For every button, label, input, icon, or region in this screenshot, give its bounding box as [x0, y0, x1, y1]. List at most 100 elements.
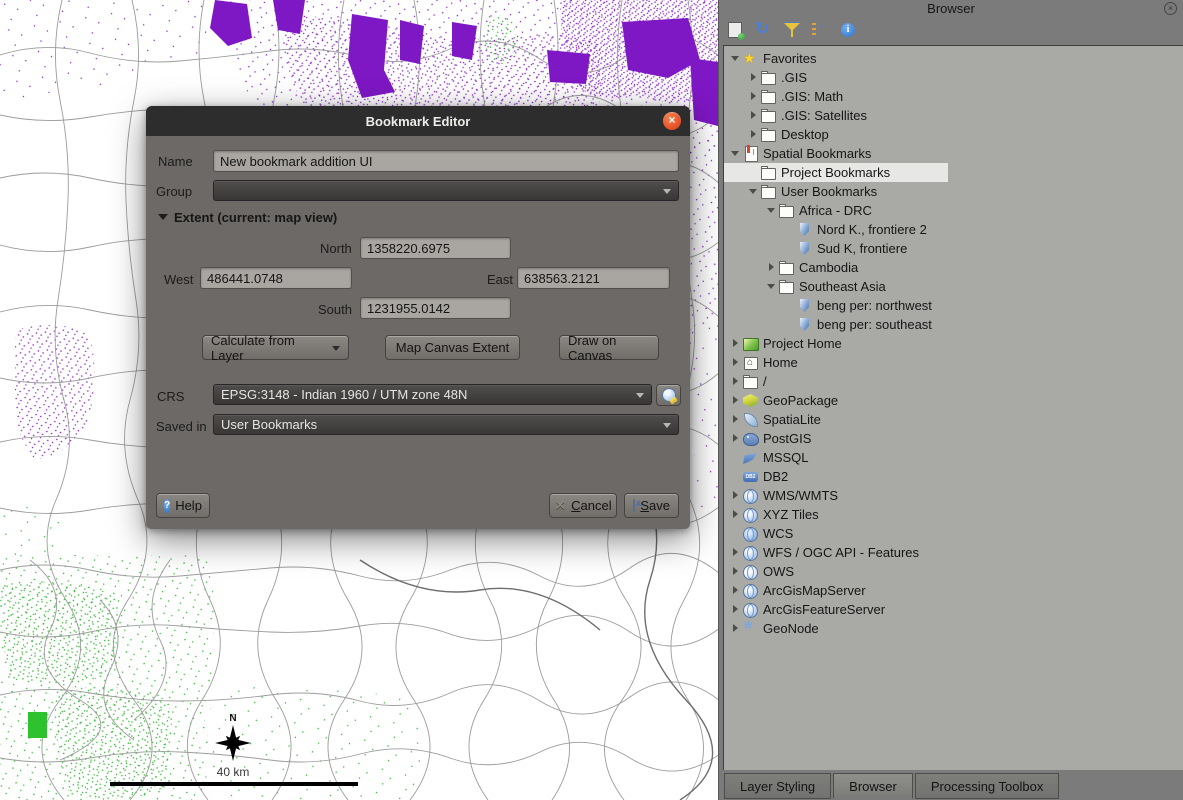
save-button[interactable]: Save	[624, 493, 679, 518]
tree-item-mssql[interactable]: MSSQL	[724, 448, 1183, 467]
south-input[interactable]	[360, 297, 511, 319]
tree-item-project-home[interactable]: Project Home	[724, 334, 1183, 353]
panel-header[interactable]: Browser ×	[719, 0, 1183, 18]
tree-item-arcgismapserver[interactable]: ArcGisMapServer	[724, 581, 1183, 600]
calculate-from-layer-button[interactable]: Calculate from Layer	[202, 335, 349, 360]
group-dropdown[interactable]	[213, 180, 679, 201]
expand-arrow[interactable]	[748, 182, 761, 201]
spatialite-icon	[743, 412, 758, 427]
crs-globe-icon	[662, 388, 676, 402]
expand-arrow[interactable]	[730, 600, 743, 619]
db2-icon	[743, 469, 758, 484]
dialog-close-icon[interactable]: ×	[663, 112, 681, 130]
home-icon	[743, 355, 758, 370]
expand-arrow[interactable]	[730, 619, 743, 638]
expand-arrow[interactable]	[730, 353, 743, 372]
tree-item-geopackage[interactable]: GeoPackage	[724, 391, 1183, 410]
panel-title: Browser	[719, 1, 1183, 16]
folder-icon	[761, 184, 776, 199]
expand-arrow[interactable]	[748, 68, 761, 87]
tree-item-favorites[interactable]: Favorites	[724, 49, 1183, 68]
qgis-window: N 40 km Bookmark Editor × Name Group Ext…	[0, 0, 1183, 800]
map-canvas-extent-button[interactable]: Map Canvas Extent	[385, 335, 520, 360]
select-crs-button[interactable]	[656, 384, 681, 406]
tree-item-spatialite[interactable]: SpatiaLite	[724, 410, 1183, 429]
tree-item-ows[interactable]: OWS	[724, 562, 1183, 581]
tree-item-africa-drc[interactable]: Africa - DRC	[724, 201, 1183, 220]
expand-arrow	[784, 239, 797, 258]
arcgis-icon	[743, 602, 758, 617]
extent-section-header[interactable]: Extent (current: map view)	[158, 210, 337, 225]
crs-dropdown[interactable]: EPSG:3148 - Indian 1960 / UTM zone 48N	[213, 384, 652, 405]
postgis-icon	[743, 431, 758, 446]
tree-item-desktop[interactable]: Desktop	[724, 125, 1183, 144]
tree-item-geonode[interactable]: GeoNode	[724, 619, 1183, 638]
tree-item-[interactable]: /	[724, 372, 1183, 391]
tree-item-user-bookmarks[interactable]: User Bookmarks	[724, 182, 1183, 201]
tree-item-wfs-ogc-api-features[interactable]: WFS / OGC API - Features	[724, 543, 1183, 562]
expand-arrow[interactable]	[730, 372, 743, 391]
expand-arrow[interactable]	[766, 277, 779, 296]
tree-item-arcgisfeatureserver[interactable]: ArcGisFeatureServer	[724, 600, 1183, 619]
tree-item-southeast-asia[interactable]: Southeast Asia	[724, 277, 1183, 296]
expand-arrow[interactable]	[748, 106, 761, 125]
expand-arrow[interactable]	[766, 258, 779, 277]
tree-item-home[interactable]: Home	[724, 353, 1183, 372]
expand-arrow[interactable]	[730, 562, 743, 581]
tree-item-spatial-bookmarks[interactable]: Spatial Bookmarks	[724, 144, 1183, 163]
tree-item-gis[interactable]: .GIS	[724, 68, 1183, 87]
tree-item-db2[interactable]: DB2	[724, 467, 1183, 486]
north-label: North	[320, 241, 352, 256]
expand-arrow[interactable]	[748, 87, 761, 106]
cancel-button[interactable]: ✕ Cancel	[549, 493, 617, 518]
name-input[interactable]	[213, 150, 679, 172]
expand-arrow[interactable]	[730, 505, 743, 524]
properties-icon[interactable]	[838, 20, 858, 40]
tree-item-gis-math[interactable]: .GIS: Math	[724, 87, 1183, 106]
filter-browser-icon[interactable]	[782, 20, 802, 40]
help-button[interactable]: ? Help	[156, 493, 210, 518]
tree-item-gis-satellites[interactable]: .GIS: Satellites	[724, 106, 1183, 125]
tree-item-beng-per-southeast[interactable]: beng per: southeast	[724, 315, 1183, 334]
expand-arrow[interactable]	[730, 410, 743, 429]
dialog-titlebar[interactable]: Bookmark Editor ×	[146, 106, 690, 136]
draw-on-canvas-button[interactable]: Draw on Canvas	[559, 335, 659, 360]
expand-arrow[interactable]	[730, 486, 743, 505]
add-layer-icon[interactable]	[726, 20, 746, 40]
expand-arrow[interactable]	[730, 581, 743, 600]
expand-arrow[interactable]	[730, 543, 743, 562]
expand-arrow	[730, 524, 743, 543]
saved-in-dropdown[interactable]: User Bookmarks	[213, 414, 679, 435]
expand-arrow	[748, 163, 761, 182]
expand-arrow[interactable]	[730, 429, 743, 448]
tree-item-nord-k-frontiere-2[interactable]: Nord K., frontiere 2	[724, 220, 1183, 239]
north-input[interactable]	[360, 237, 511, 259]
west-input[interactable]	[200, 267, 352, 289]
east-input[interactable]	[517, 267, 670, 289]
green-highlight-cell	[28, 712, 47, 738]
refresh-icon[interactable]	[754, 20, 774, 40]
tree-item-project-bookmarks[interactable]: Project Bookmarks	[724, 163, 948, 182]
panel-close-icon[interactable]: ×	[1164, 2, 1177, 15]
expand-arrow[interactable]	[730, 391, 743, 410]
expand-arrow[interactable]	[730, 49, 743, 68]
expand-arrow[interactable]	[730, 334, 743, 353]
tree-item-postgis[interactable]: PostGIS	[724, 429, 1183, 448]
east-label: East	[487, 272, 513, 287]
wfs-icon	[743, 545, 758, 560]
expand-arrow[interactable]	[730, 144, 743, 163]
tree-item-wms-wmts[interactable]: WMS/WMTS	[724, 486, 1183, 505]
tree-item-beng-per-northwest[interactable]: beng per: northwest	[724, 296, 1183, 315]
tab-layer-styling[interactable]: Layer Styling	[724, 773, 831, 799]
collapse-all-icon[interactable]	[810, 20, 830, 40]
saved-in-label: Saved in	[156, 419, 207, 434]
tree-item-wcs[interactable]: WCS	[724, 524, 1183, 543]
tab-processing-toolbox[interactable]: Processing Toolbox	[915, 773, 1060, 799]
tab-browser[interactable]: Browser	[833, 773, 913, 799]
expand-arrow[interactable]	[748, 125, 761, 144]
tree-item-cambodia[interactable]: Cambodia	[724, 258, 1183, 277]
tree-item-xyz-tiles[interactable]: XYZ Tiles	[724, 505, 1183, 524]
browser-tree[interactable]: Favorites .GIS .GIS: Math .GIS: Satellit…	[723, 45, 1183, 770]
expand-arrow[interactable]	[766, 201, 779, 220]
tree-item-sud-k-frontiere[interactable]: Sud K, frontiere	[724, 239, 1183, 258]
